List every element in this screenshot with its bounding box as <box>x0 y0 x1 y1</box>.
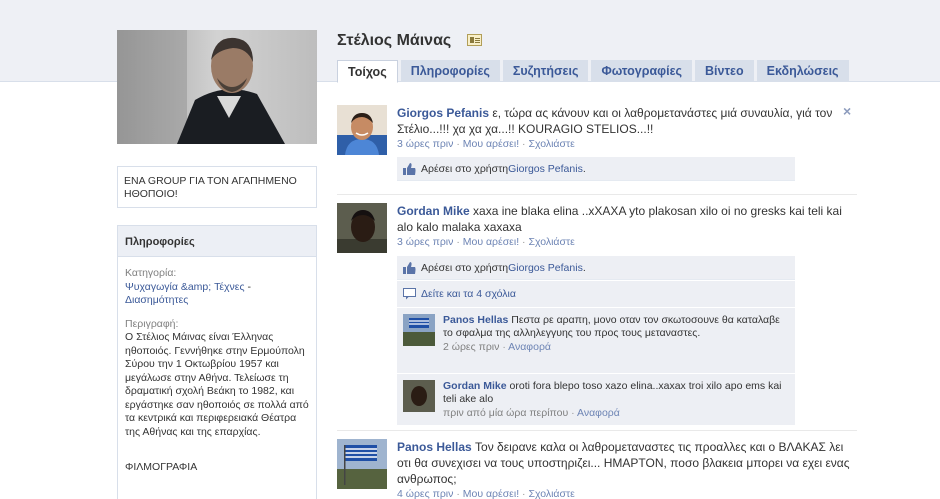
tab-photos[interactable]: Φωτογραφίες <box>591 60 693 82</box>
category-label: Κατηγορία: <box>125 267 177 279</box>
thumbs-up-icon <box>403 261 416 274</box>
post-meta: 3 ώρες πριν · Μου αρέσει! · Σχολιάστε <box>397 236 575 248</box>
wall-post: Giorgos Pefanis ε, τώρα ας κάνουν και οι… <box>337 95 857 195</box>
comment-avatar[interactable] <box>403 380 435 412</box>
post-meta: 4 ώρες πριν · Μου αρέσει! · Σχολιάστε <box>397 488 575 499</box>
category-link[interactable]: Ψυχαγωγία &amp; Τέχνες <box>125 281 245 293</box>
see-all-comments-label: Δείτε και τα 4 σχόλια <box>421 288 516 300</box>
post-text: Gordan Mike xaxa ine blaka elina ..xXAXA… <box>397 203 857 235</box>
tab-wall[interactable]: Τοίχος <box>337 60 398 83</box>
description-label: Περιγραφή: <box>125 317 179 330</box>
wall-post: Gordan Mike xaxa ine blaka elina ..xXAXA… <box>337 195 857 431</box>
post-time[interactable]: 3 ώρες πριν <box>397 236 453 248</box>
page-title: Στέλιος Μάινας <box>337 32 452 49</box>
comment-avatar[interactable] <box>403 314 435 346</box>
comment-meta: 2 ώρες πριν · Αναφορά <box>443 341 551 353</box>
thumbs-up-icon <box>403 162 416 175</box>
wall-feed: Giorgos Pefanis ε, τώρα ας κάνουν και οι… <box>337 95 857 499</box>
wall-post: Panos Hellas Τον δειρανε καλα οι λαθρομε… <box>337 431 857 499</box>
likes-user-link[interactable]: Giorgos Pefanis <box>508 262 583 274</box>
likes-user-link[interactable]: Giorgos Pefanis <box>508 163 583 175</box>
comment-link[interactable]: Σχολιάστε <box>528 236 574 248</box>
likes-bar: Αρέσει στο χρήστη Giorgos Pefanis. <box>397 256 795 280</box>
filmography-heading: ΦΙΛΜΟΓΡΑΦΙΑ <box>125 461 198 473</box>
comment-text: Panos Hellas Πεστα ρε αραπη, μονο οταν τ… <box>443 314 789 340</box>
business-card-icon[interactable] <box>467 34 482 46</box>
info-body: Κατηγορία: Ψυχαγωγία &amp; Τέχνες - Διασ… <box>118 257 316 483</box>
post-time[interactable]: 4 ώρες πριν <box>397 488 453 499</box>
comment: Gordan Mike oroti fora blepo toso xazo e… <box>397 373 795 425</box>
category-value: Ψυχαγωγία &amp; Τέχνες - Διασημότητες <box>125 281 309 308</box>
close-icon[interactable]: × <box>843 104 851 118</box>
tab-info[interactable]: Πληροφορίες <box>400 60 500 82</box>
likes-bar: Αρέσει στο χρήστη Giorgos Pefanis. <box>397 157 795 181</box>
post-meta: 3 ώρες πριν · Μου αρέσει! · Σχολιάστε <box>397 138 575 150</box>
about-box: ΕΝΑ GROUP ΓΙΑ ΤΟΝ ΑΓΑΠΗΜΕΝΟ ΗΘΟΠΟΙΟ! <box>117 166 317 208</box>
comment-bubble-icon <box>403 288 416 300</box>
avatar[interactable] <box>337 439 387 489</box>
report-link[interactable]: Αναφορά <box>577 407 620 419</box>
post-text: Giorgos Pefanis ε, τώρα ας κάνουν και οι… <box>397 105 857 137</box>
like-link[interactable]: Μου αρέσει! <box>463 138 519 150</box>
likes-prefix: Αρέσει στο χρήστη <box>421 261 509 274</box>
comment-author[interactable]: Panos Hellas <box>443 314 508 326</box>
category-separator: - <box>244 280 251 293</box>
tab-video[interactable]: Βίντεο <box>695 60 754 82</box>
comment: Panos Hellas Πεστα ρε αραπη, μονο οταν τ… <box>397 307 795 373</box>
tab-discussions[interactable]: Συζητήσεις <box>502 60 589 82</box>
avatar[interactable] <box>337 105 387 155</box>
profile-photo[interactable] <box>117 30 317 144</box>
post-body: Gordan Mike xaxa ine blaka elina ..xXAXA… <box>397 203 857 425</box>
tab-events[interactable]: Εκδηλώσεις <box>756 60 849 82</box>
comment-link[interactable]: Σχολιάστε <box>528 138 574 150</box>
comment-meta: πριν από μία ώρα περίπου · Αναφορά <box>443 407 620 419</box>
description-text: Ο Στέλιος Μάινας είναι Έλληνας ηθοποιός.… <box>125 331 309 438</box>
about-text: ΕΝΑ GROUP ΓΙΑ ΤΟΝ ΑΓΑΠΗΜΕΝΟ ΗΘΟΠΟΙΟ! <box>124 175 297 200</box>
post-author[interactable]: Giorgos Pefanis <box>397 106 489 120</box>
info-box: Πληροφορίες Κατηγορία: Ψυχαγωγία &amp; Τ… <box>117 225 317 499</box>
post-author[interactable]: Panos Hellas <box>397 440 472 454</box>
comment-link[interactable]: Σχολιάστε <box>528 488 574 499</box>
tab-bar: Τοίχος Πληροφορίες Συζητήσεις Φωτογραφίε… <box>337 60 852 83</box>
see-all-comments[interactable]: Δείτε και τα 4 σχόλια <box>397 280 795 307</box>
avatar[interactable] <box>337 203 387 253</box>
comment-time: πριν από μία ώρα περίπου <box>443 407 569 419</box>
like-link[interactable]: Μου αρέσει! <box>463 236 519 248</box>
like-link[interactable]: Μου αρέσει! <box>463 488 519 499</box>
post-text: Panos Hellas Τον δειρανε καλα οι λαθρομε… <box>397 439 857 487</box>
report-link[interactable]: Αναφορά <box>508 341 551 353</box>
subcategory-link[interactable]: Διασημότητες <box>125 294 188 306</box>
post-body: Panos Hellas Τον δειρανε καλα οι λαθρομε… <box>397 439 857 499</box>
comment-author[interactable]: Gordan Mike <box>443 380 507 392</box>
likes-prefix: Αρέσει στο χρήστη <box>421 162 509 175</box>
comment-text: Gordan Mike oroti fora blepo toso xazo e… <box>443 380 789 406</box>
info-header: Πληροφορίες <box>118 226 316 257</box>
post-author[interactable]: Gordan Mike <box>397 204 470 218</box>
comment-time: 2 ώρες πριν <box>443 341 500 353</box>
post-body: Giorgos Pefanis ε, τώρα ας κάνουν και οι… <box>397 105 857 181</box>
post-time[interactable]: 3 ώρες πριν <box>397 138 453 150</box>
